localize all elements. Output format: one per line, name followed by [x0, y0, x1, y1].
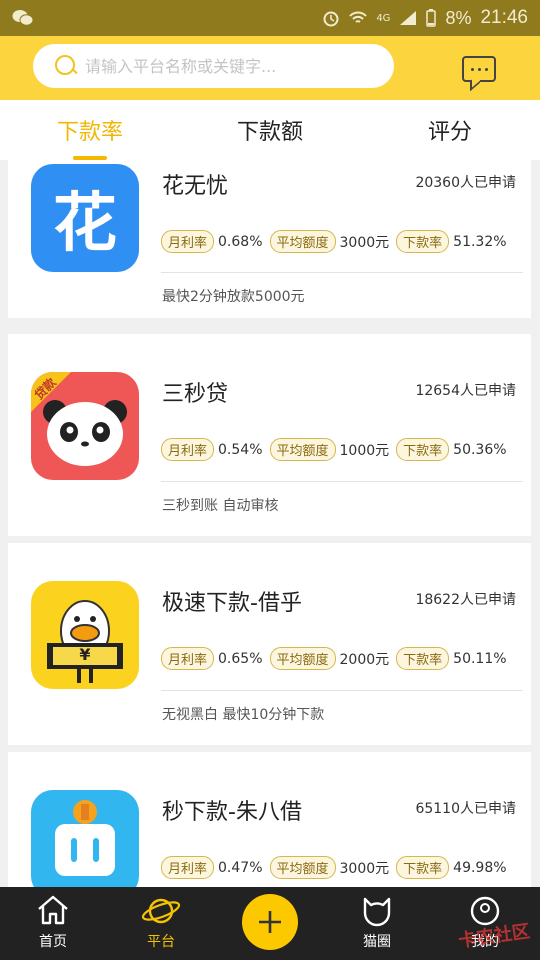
rate-tag: 月利率: [161, 230, 215, 253]
network-type: 4G: [376, 12, 391, 24]
status-bar: 4G 8% 21:46: [0, 0, 540, 36]
tab-pass-rate[interactable]: 下款率: [0, 100, 180, 160]
app-name: 极速下款-借乎: [162, 591, 302, 616]
pass-rate-value: 50.36%: [453, 441, 507, 458]
nav-cat-circle[interactable]: 猫圈: [337, 887, 417, 960]
amount-value: 2000元: [339, 651, 390, 668]
app-name: 秒下款-朱八借: [162, 800, 302, 825]
rate-value: 0.65%: [218, 650, 263, 667]
tab-label: 下款额: [236, 120, 303, 145]
wallet-icon: [55, 800, 115, 876]
alarm-icon: [323, 11, 339, 27]
list-item[interactable]: ¥ 极速下款-借乎 18622人已申请 月利率 0.65% 平均额度 2000元…: [8, 543, 531, 745]
amount-tag: 平均额度: [269, 438, 336, 461]
add-button[interactable]: [242, 894, 298, 950]
list-item[interactable]: 秒下款-朱八借 65110人已申请 月利率 0.47% 平均额度 3000元 下…: [8, 752, 531, 887]
nav-platform-label: 平台: [147, 934, 175, 950]
amount-tag: 平均额度: [269, 230, 336, 253]
pass-rate-value: 50.11%: [453, 650, 507, 667]
tab-amount[interactable]: 下款额: [180, 100, 360, 160]
pass-rate-tag: 下款率: [396, 230, 450, 253]
nav-home-label: 首页: [39, 934, 67, 950]
nav-cat-label: 猫圈: [363, 934, 391, 950]
bottom-nav: 首页 平台 猫圈 我的 卡农社区: [0, 887, 540, 960]
goose-icon: [47, 600, 123, 683]
divider: [161, 690, 523, 691]
stats-row: 月利率 0.54% 平均额度 1000元 下款率 50.36%: [161, 438, 507, 461]
pass-rate-tag: 下款率: [396, 856, 450, 879]
logo-glyph: 花: [53, 187, 117, 261]
rate-tag: 月利率: [161, 856, 215, 879]
divider: [161, 481, 523, 482]
rate-tag: 月利率: [161, 438, 215, 461]
search-icon: [55, 55, 77, 77]
apply-count: 12654人已申请: [415, 383, 516, 399]
amount-value: 1000元: [339, 442, 390, 459]
divider: [161, 272, 523, 273]
list-item[interactable]: 花 花无忧 20360人已申请 月利率 0.68% 平均额度 3000元 下款率…: [8, 160, 531, 318]
cat-icon: [363, 897, 391, 927]
nav-home[interactable]: 首页: [13, 887, 93, 960]
app-desc: 无视黑白 最快10分钟下款: [162, 707, 325, 723]
sort-tabs: 下款率 下款额 评分: [0, 100, 540, 160]
wechat-icon: [12, 10, 34, 26]
header: [0, 36, 540, 100]
app-desc: 最快2分钟放款5000元: [162, 289, 305, 305]
app-name: 三秒贷: [162, 382, 229, 407]
list-item[interactable]: 贷款 三秒贷 12654人已申请 月利率 0.54% 平均额度 1000元 下款…: [8, 334, 531, 536]
rate-tag: 月利率: [161, 647, 215, 670]
battery-icon: [426, 9, 437, 27]
apply-count: 20360人已申请: [415, 175, 516, 191]
search-input[interactable]: [85, 56, 365, 76]
status-left: [12, 9, 34, 27]
pass-rate-value: 51.32%: [453, 233, 507, 250]
home-icon: [38, 895, 68, 925]
rate-value: 0.68%: [218, 233, 263, 250]
tab-score[interactable]: 评分: [360, 100, 540, 160]
app-logo: [31, 790, 139, 887]
amount-tag: 平均额度: [269, 856, 336, 879]
tab-label: 评分: [427, 120, 472, 145]
app-desc: 三秒到账 自动审核: [162, 498, 279, 514]
stats-row: 月利率 0.65% 平均额度 2000元 下款率 50.11%: [161, 647, 507, 670]
amount-value: 3000元: [339, 234, 390, 251]
rate-value: 0.47%: [218, 859, 263, 876]
app-name: 花无忧: [162, 174, 229, 199]
wifi-icon: [349, 11, 368, 23]
apply-count: 65110人已申请: [415, 801, 516, 817]
rate-value: 0.54%: [218, 441, 263, 458]
battery-percent: 8%: [445, 7, 472, 28]
search-box[interactable]: [33, 44, 394, 88]
platform-list: 花 花无忧 20360人已申请 月利率 0.68% 平均额度 3000元 下款率…: [0, 160, 540, 887]
plus-icon: [259, 911, 281, 933]
amount-value: 3000元: [339, 860, 390, 877]
tab-label: 下款率: [56, 120, 123, 145]
app-logo: 花: [31, 164, 139, 272]
signal-icon: [400, 11, 417, 25]
stats-row: 月利率 0.68% 平均额度 3000元 下款率 51.32%: [161, 230, 507, 253]
amount-tag: 平均额度: [269, 647, 336, 670]
app-logo: ¥: [31, 581, 139, 689]
pass-rate-value: 49.98%: [453, 859, 507, 876]
nav-platform[interactable]: 平台: [121, 887, 201, 960]
logo-glyph: ¥: [79, 645, 91, 664]
app-logo: 贷款: [31, 372, 139, 480]
status-right: 4G 8% 21:46: [322, 7, 528, 29]
pass-rate-tag: 下款率: [396, 438, 450, 461]
message-icon[interactable]: [462, 56, 496, 82]
pass-rate-tag: 下款率: [396, 647, 450, 670]
planet-icon: [141, 898, 181, 924]
apply-count: 18622人已申请: [415, 592, 516, 608]
stats-row: 月利率 0.47% 平均额度 3000元 下款率 49.98%: [161, 856, 507, 879]
clock: 21:46: [480, 7, 528, 28]
